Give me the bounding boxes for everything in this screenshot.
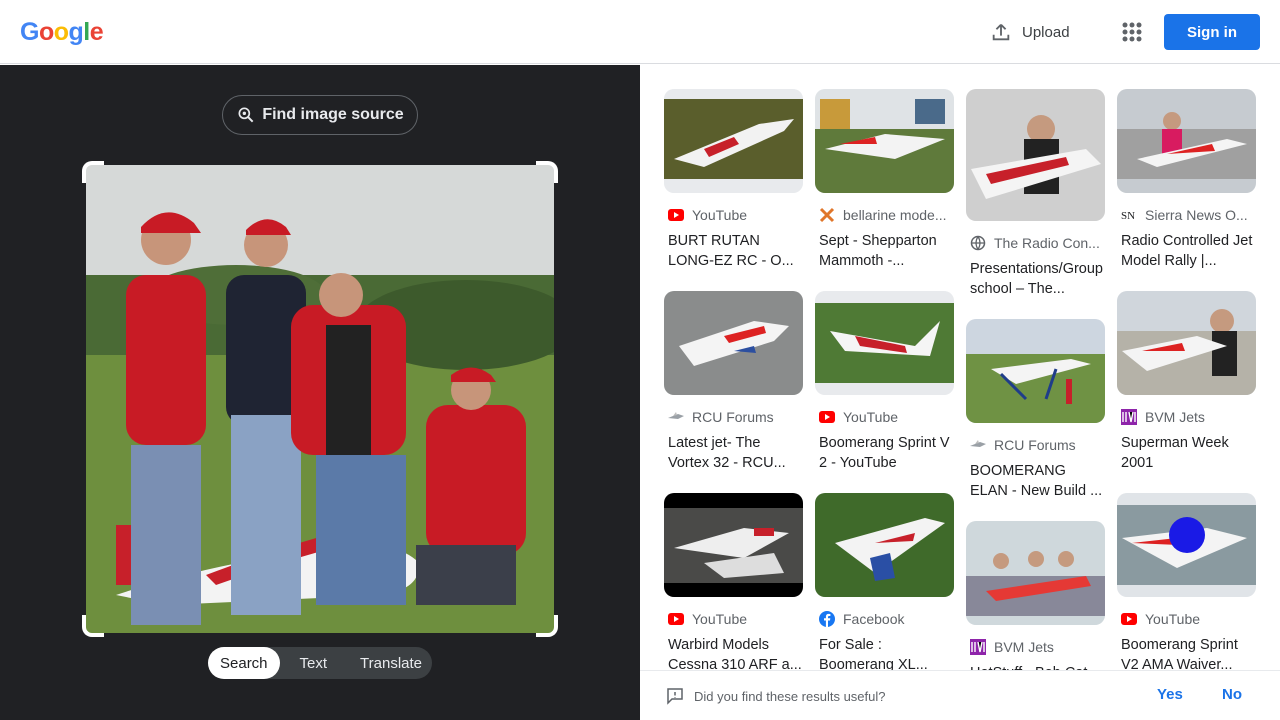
result-card[interactable]: YouTube Boomerang Sprint V 2 - YouTube: [815, 291, 954, 473]
logo-letter: e: [89, 18, 104, 46]
find-image-source-button[interactable]: Find image source: [222, 95, 418, 135]
result-thumbnail: [815, 493, 954, 597]
mode-switcher: Search Text Translate: [208, 647, 432, 679]
feedback-yes-button[interactable]: Yes: [1157, 686, 1183, 703]
query-image-panel: Find image source Search Text Translate: [0, 65, 640, 720]
result-source: RCU Forums: [692, 409, 774, 425]
result-source: YouTube: [692, 611, 748, 627]
result-source: Sierra News O...: [1145, 207, 1248, 223]
mode-text-tab[interactable]: Text: [280, 647, 342, 679]
sign-in-button[interactable]: Sign in: [1164, 14, 1260, 50]
result-title[interactable]: Boomerang Sprint V2 AMA Waiver...: [1121, 635, 1256, 675]
result-title[interactable]: Warbird Models Cessna 310 ARF a...: [668, 635, 803, 675]
result-thumbnail: [1117, 493, 1256, 597]
result-card[interactable]: The Radio Con... Presentations/Group sch…: [966, 89, 1105, 299]
result-source: YouTube: [843, 409, 899, 425]
upload-button[interactable]: Upload: [990, 18, 1070, 46]
result-card[interactable]: YouTube Warbird Models Cessna 310 ARF a.…: [664, 493, 803, 675]
results-column: SN Sierra News O... Radio Controlled Jet …: [1117, 89, 1256, 695]
result-thumbnail: [664, 291, 803, 395]
result-title[interactable]: For Sale : Boomerang XL...: [819, 635, 954, 675]
youtube-icon: [1121, 611, 1137, 627]
logo-letter: g: [68, 18, 84, 46]
result-source: YouTube: [1145, 611, 1201, 627]
upload-icon: [992, 24, 1010, 41]
feedback-question: Did you find these results useful?: [694, 689, 886, 704]
result-title[interactable]: Boomerang Sprint V 2 - YouTube: [819, 433, 954, 473]
result-card[interactable]: Facebook For Sale : Boomerang XL...: [815, 493, 954, 675]
result-source: BVM Jets: [994, 639, 1054, 655]
result-title[interactable]: BURT RUTAN LONG-EZ RC - O...: [668, 231, 803, 271]
result-thumbnail: [815, 89, 954, 193]
result-thumbnail: [815, 291, 954, 395]
youtube-icon: [668, 611, 684, 627]
result-title[interactable]: Superman Week 2001: [1121, 433, 1256, 473]
globe-icon: [970, 235, 986, 251]
result-thumbnail: [966, 521, 1105, 625]
crop-handle-top-left[interactable]: [82, 161, 104, 183]
result-card[interactable]: bellarine mode... Sept - Shepparton Mamm…: [815, 89, 954, 271]
logo-letter: G: [20, 18, 39, 46]
result-title[interactable]: Sept - Shepparton Mammoth -...: [819, 231, 954, 271]
mode-translate-tab[interactable]: Translate: [341, 647, 434, 679]
find-image-source-label: Find image source: [262, 106, 404, 123]
result-title[interactable]: Latest jet- The Vortex 32 - RCU...: [668, 433, 803, 473]
result-thumbnail: [664, 89, 803, 193]
result-title[interactable]: Radio Controlled Jet Model Rally |...: [1121, 231, 1256, 271]
result-title[interactable]: Presentations/Group school – The...: [970, 259, 1105, 299]
youtube-icon: [819, 409, 835, 425]
result-source: RCU Forums: [994, 437, 1076, 453]
results-column: YouTube BURT RUTAN LONG-EZ RC - O... RCU…: [664, 89, 803, 695]
result-source: Facebook: [843, 611, 905, 627]
rcu-icon: [668, 409, 684, 425]
result-card[interactable]: RCU Forums BOOMERANG ELAN - New Build ..…: [966, 319, 1105, 501]
feedback-no-button[interactable]: No: [1222, 686, 1242, 703]
crop-handle-top-right[interactable]: [536, 161, 558, 183]
result-source: YouTube: [692, 207, 748, 223]
logo-letter: o: [53, 18, 69, 46]
results-panel: YouTube BURT RUTAN LONG-EZ RC - O... RCU…: [640, 65, 1280, 720]
result-card[interactable]: RCU Forums Latest jet- The Vortex 32 - R…: [664, 291, 803, 473]
mode-search-tab[interactable]: Search: [208, 647, 280, 679]
upload-label: Upload: [1022, 23, 1070, 41]
lens-search-icon: [238, 107, 254, 123]
feedback-bar: Did you find these results useful? Yes N…: [640, 670, 1280, 720]
crop-handle-bottom-left[interactable]: [82, 615, 104, 637]
apps-grid-icon[interactable]: [1118, 18, 1146, 46]
google-logo[interactable]: Google: [20, 18, 104, 47]
results-column: The Radio Con... Presentations/Group sch…: [966, 89, 1105, 720]
result-source: BVM Jets: [1145, 409, 1205, 425]
result-thumbnail: [966, 319, 1105, 423]
result-card[interactable]: SN Sierra News O... Radio Controlled Jet …: [1117, 89, 1256, 271]
result-source: bellarine mode...: [843, 207, 947, 223]
result-thumbnail: [1117, 89, 1256, 193]
result-thumbnail: [966, 89, 1105, 221]
crop-handle-bottom-right[interactable]: [536, 615, 558, 637]
results-column: bellarine mode... Sept - Shepparton Mamm…: [815, 89, 954, 695]
result-card[interactable]: YouTube BURT RUTAN LONG-EZ RC - O...: [664, 89, 803, 271]
result-title[interactable]: BOOMERANG ELAN - New Build ...: [970, 461, 1105, 501]
result-thumbnail: [1117, 291, 1256, 395]
sierra-icon: SN: [1121, 207, 1137, 223]
svg-text:SN: SN: [1121, 210, 1135, 222]
result-source: The Radio Con...: [994, 235, 1100, 251]
result-card[interactable]: BVM Jets Superman Week 2001: [1117, 291, 1256, 473]
youtube-icon: [668, 207, 684, 223]
result-card[interactable]: YouTube Boomerang Sprint V2 AMA Waiver..…: [1117, 493, 1256, 675]
facebook-icon: [819, 611, 835, 627]
bellarine-icon: [819, 207, 835, 223]
query-image-picture: [86, 165, 554, 633]
header: Google Upload Sign in: [0, 0, 1280, 64]
result-thumbnail: [664, 493, 803, 597]
rcu-icon: [970, 437, 986, 453]
feedback-icon: [667, 688, 683, 705]
bvm-icon: [970, 639, 986, 655]
logo-letter: o: [38, 18, 54, 46]
query-image[interactable]: [86, 165, 554, 633]
bvm-icon: [1121, 409, 1137, 425]
